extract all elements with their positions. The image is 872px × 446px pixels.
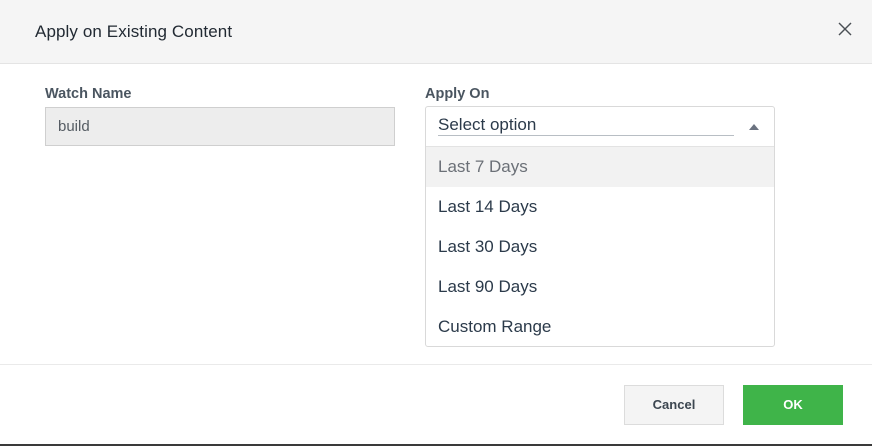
watch-name-label: Watch Name: [45, 86, 132, 102]
watch-name-field[interactable]: build: [45, 107, 395, 146]
option-last-14-days[interactable]: Last 14 Days: [426, 187, 774, 227]
apply-existing-content-dialog: Apply on Existing Content Watch Name bui…: [0, 0, 872, 446]
option-last-30-days[interactable]: Last 30 Days: [426, 227, 774, 267]
dialog-title: Apply on Existing Content: [35, 22, 233, 41]
option-custom-range[interactable]: Custom Range: [426, 307, 774, 347]
ok-button[interactable]: OK: [743, 385, 843, 425]
caret-up-icon[interactable]: [749, 124, 759, 130]
apply-on-label: Apply On: [425, 86, 490, 102]
cancel-button[interactable]: Cancel: [624, 385, 724, 425]
select-option-input[interactable]: Select option: [438, 115, 734, 136]
option-last-7-days[interactable]: Last 7 Days: [426, 147, 774, 187]
apply-on-select[interactable]: Select option Last 7 Days Last 14 Days L…: [425, 106, 775, 347]
dialog-footer: Cancel OK: [0, 364, 872, 444]
option-last-90-days[interactable]: Last 90 Days: [426, 267, 774, 307]
close-icon[interactable]: [838, 22, 852, 36]
dialog-header: Apply on Existing Content: [0, 0, 872, 64]
apply-on-options-list: Last 7 Days Last 14 Days Last 30 Days La…: [426, 147, 774, 347]
apply-on-select-header[interactable]: Select option: [426, 107, 774, 147]
